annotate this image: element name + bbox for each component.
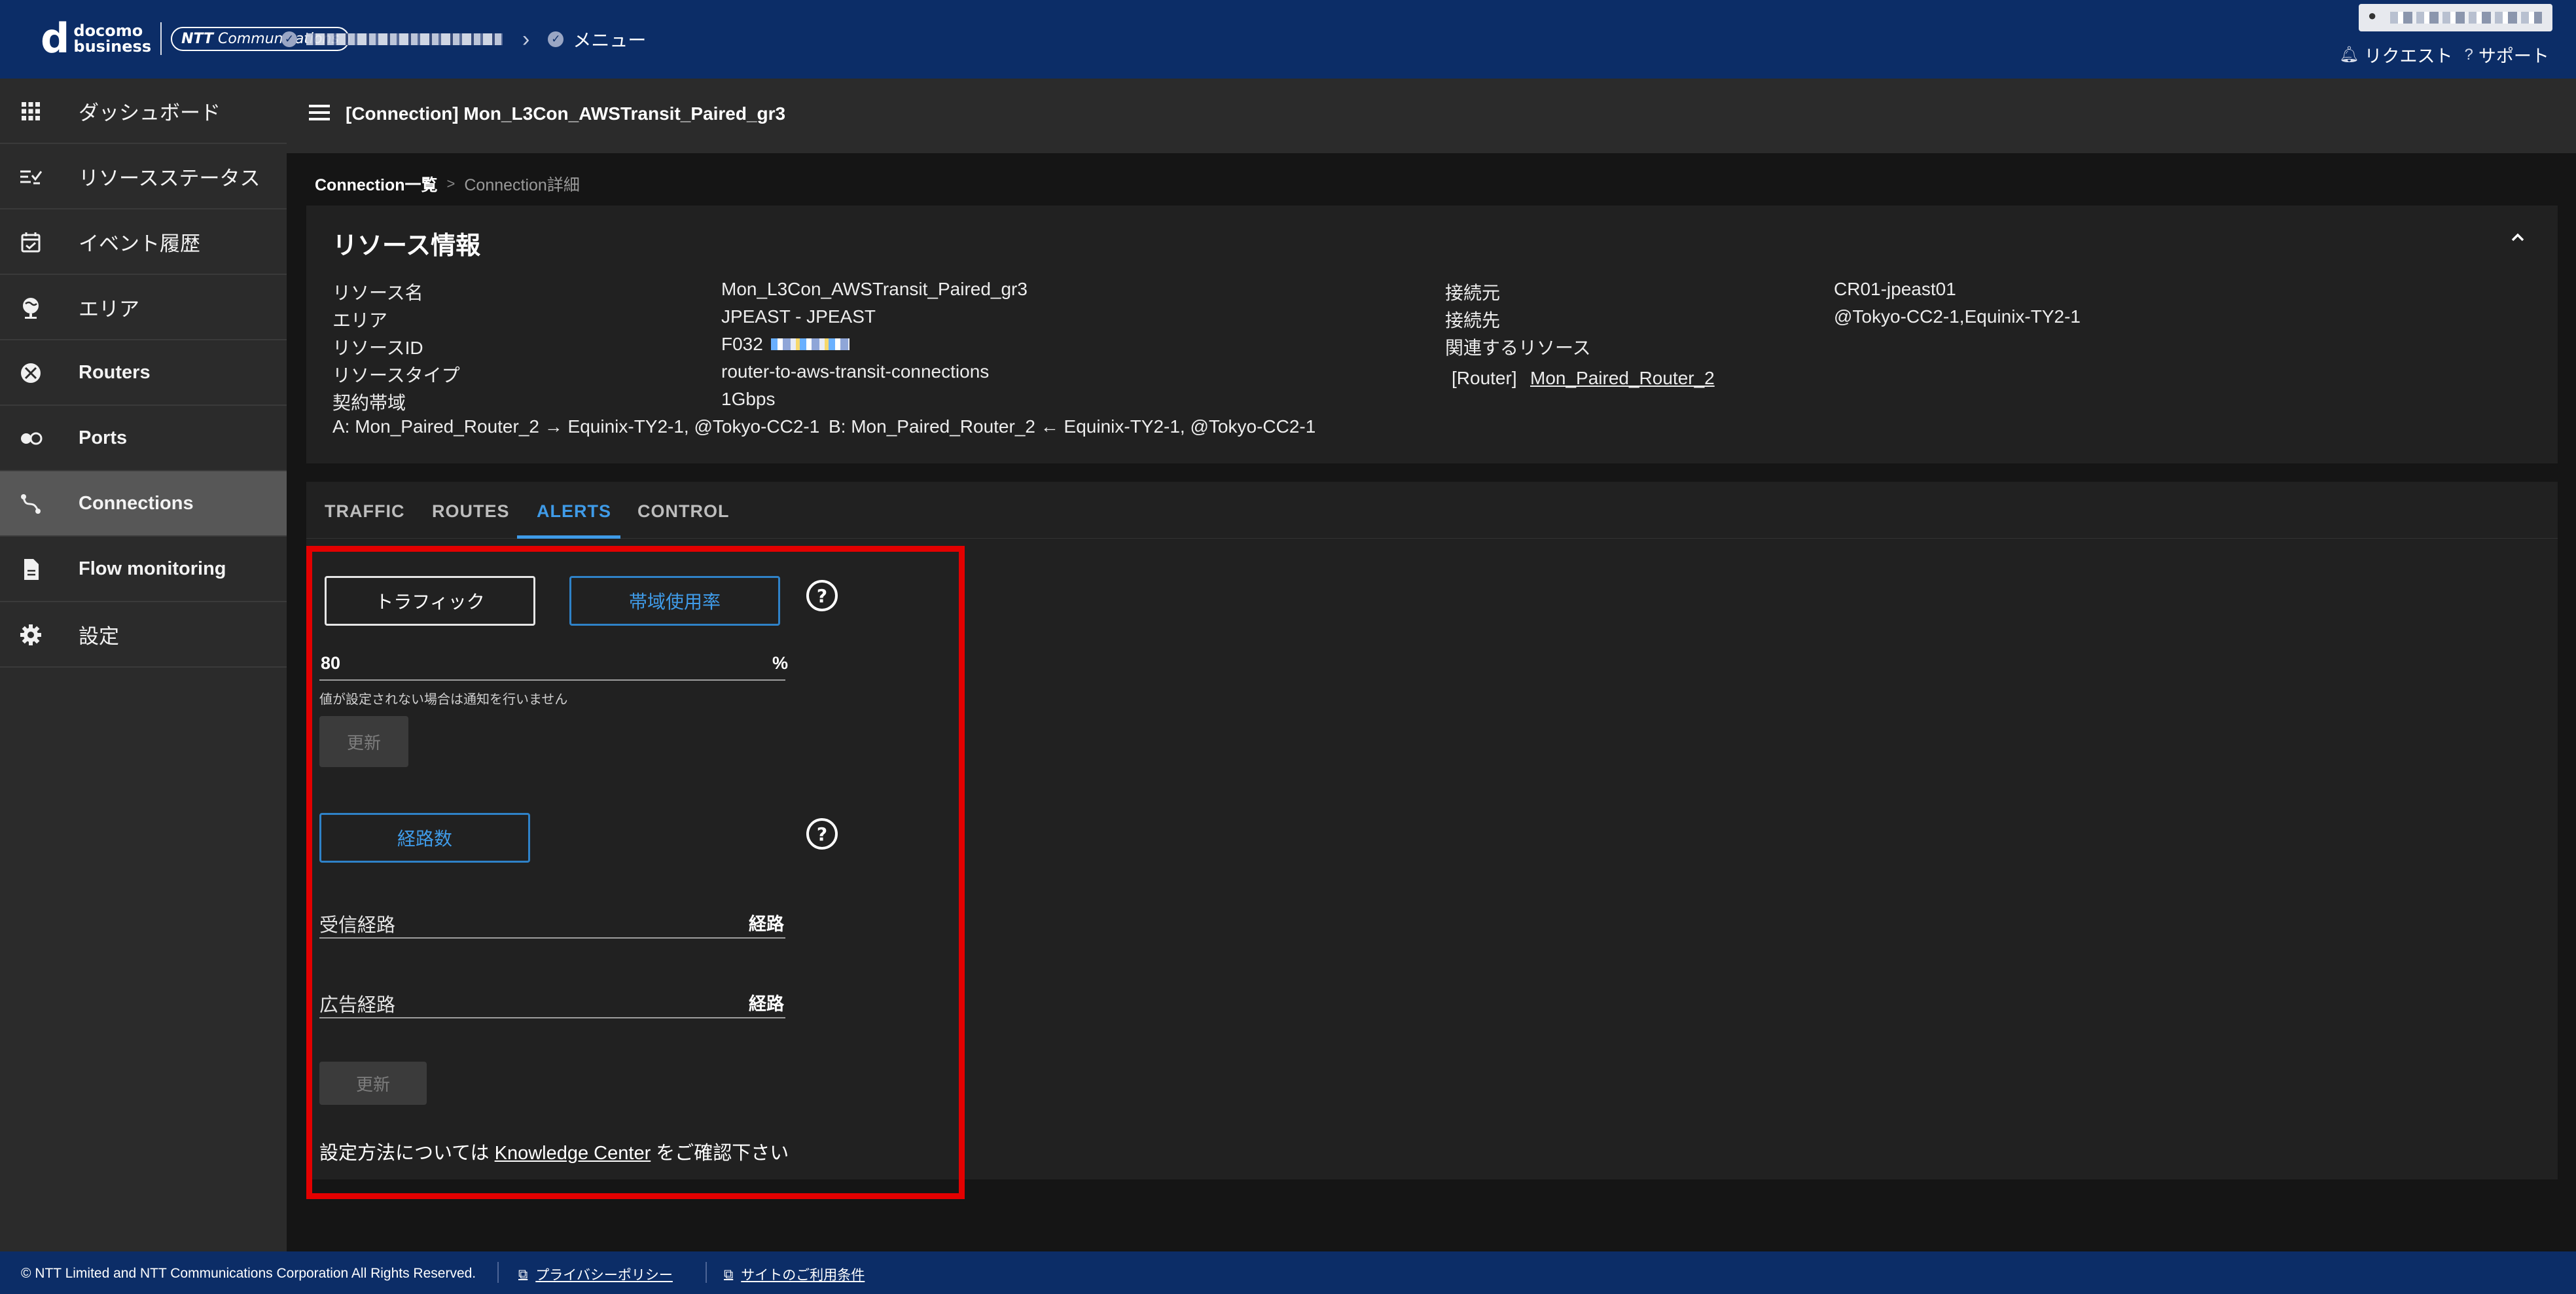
sidebar-item-connections[interactable]: Connections [0, 471, 287, 537]
sidebar-item-event-history[interactable]: イベント履歴 [0, 209, 287, 275]
path-b: B: Mon_Paired_Router_2 ← Equinix-TY2-1, … [829, 416, 1316, 437]
calendar-check-icon [21, 232, 41, 253]
footer-divider [706, 1262, 707, 1283]
copyright-text: © NTT Limited and NTT Communications Cor… [21, 1266, 476, 1281]
tabs-divider [306, 538, 2558, 539]
chevron-up-icon[interactable] [2508, 228, 2528, 247]
resource-name-value: Mon_L3Con_AWSTransit_Paired_gr3 [721, 279, 1028, 299]
resource-type-value: router-to-aws-transit-connections [721, 361, 990, 382]
sidebar-item-label: イベント履歴 [79, 232, 200, 255]
terms-link[interactable]: ⧉ サイトのご利用条件 [724, 1265, 865, 1284]
logo-line2: business [73, 37, 152, 56]
resource-name-label: リソース名 [332, 283, 423, 303]
breadcrumb: Connection一覧 > Connection詳細 [315, 172, 580, 196]
logo-mark: d [41, 14, 70, 62]
tab-traffic[interactable]: TRAFFIC [325, 501, 404, 522]
support-link[interactable]: ? サポート [2464, 42, 2549, 67]
tab-alerts[interactable]: ALERTS [537, 501, 611, 522]
sidebar-item-label: Connections [79, 492, 194, 514]
connection-icon [21, 494, 41, 514]
tenant-name-masked[interactable] [306, 33, 503, 45]
user-icon: ● [2368, 7, 2377, 24]
tenant-check-icon: ✓ [281, 31, 297, 47]
source-label: 接続元 [1445, 283, 1501, 303]
resource-id-prefix: F032 [721, 334, 763, 354]
document-icon [24, 559, 39, 580]
resource-id-masked [770, 338, 850, 350]
support-label: サポート [2478, 46, 2549, 66]
sidebar-item-label: Flow monitoring [79, 558, 226, 579]
grid-icon [22, 102, 40, 120]
sidebar-item-flow-monitoring[interactable]: Flow monitoring [0, 537, 287, 602]
source-value: CR01-jpeast01 [1834, 279, 1956, 299]
gear-icon [20, 624, 41, 645]
related-resources-label: 関連するリソース [1445, 338, 1591, 358]
footer: © NTT Limited and NTT Communications Cor… [0, 1251, 2576, 1294]
breadcrumb-parent-link[interactable]: Connection一覧 [315, 172, 438, 196]
bell-icon: 🔔︎ [2339, 46, 2359, 63]
footer-divider [497, 1262, 499, 1283]
resource-info-heading: リソース情報 [332, 232, 481, 260]
sidebar-item-area[interactable]: エリア [0, 275, 287, 340]
top-links: 🔔︎ リクエスト ? サポート [2327, 42, 2549, 67]
external-link-icon: ⧉ [518, 1267, 528, 1282]
menu-link[interactable]: メニュー [573, 26, 646, 52]
tab-control[interactable]: CONTROL [637, 501, 729, 522]
active-tab-indicator [517, 535, 620, 539]
area-label: エリア [332, 310, 388, 331]
bandwidth-value: 1Gbps [721, 389, 776, 409]
privacy-policy-link[interactable]: ⧉ プライバシーポリシー [518, 1265, 673, 1284]
highlight-box [306, 546, 965, 1199]
sidebar-item-label: 設定 [79, 624, 119, 648]
related-router-link[interactable]: Mon_Paired_Router_2 [1530, 368, 1715, 389]
resource-type-label: リソースタイプ [332, 365, 460, 386]
logo-divider [160, 22, 162, 55]
logo-text: docomo business [73, 23, 151, 54]
terms-label: サイトのご利用条件 [741, 1268, 865, 1283]
area-value: JPEAST - JPEAST [721, 306, 876, 327]
app-root: d docomo business NTT Communications ✓ ›… [0, 0, 2576, 1294]
globe-pin-icon [23, 298, 39, 319]
sidebar-item-settings[interactable]: 設定 [0, 602, 287, 668]
router-icon [21, 363, 41, 383]
tab-routes[interactable]: ROUTES [432, 501, 510, 522]
destination-label: 接続先 [1445, 310, 1501, 331]
sidebar-item-label: リソースステータス [79, 166, 260, 190]
breadcrumb-separator: > [446, 175, 456, 192]
request-link[interactable]: 🔔︎ リクエスト [2339, 42, 2452, 67]
destination-value: @Tokyo-CC2-1,Equinix-TY2-1 [1834, 306, 2081, 327]
hamburger-menu-icon[interactable] [309, 105, 330, 126]
related-resource-type: [Router] [1452, 368, 1517, 388]
port-icon [21, 432, 43, 445]
sidebar-item-label: エリア [79, 297, 139, 321]
external-link-icon: ⧉ [724, 1267, 734, 1282]
sidebar-item-ports[interactable]: Ports [0, 406, 287, 471]
sidebar-item-label: ダッシュボード [79, 101, 221, 124]
resource-info-panel: リソース情報 リソース名 Mon_L3Con_AWSTransit_Paired… [306, 206, 2558, 463]
path-a: A: Mon_Paired_Router_2 → Equinix-TY2-1, … [332, 416, 820, 437]
top-navigation: ✓ › ✓ メニュー [281, 26, 646, 52]
sidebar: ダッシュボード リソースステータス イベント履歴 エリア Routers Por… [0, 79, 287, 1251]
user-name-masked [2390, 12, 2542, 24]
breadcrumb-current: Connection詳細 [464, 176, 580, 194]
bandwidth-label: 契約帯域 [332, 393, 406, 413]
page-title-bar: [Connection] Mon_L3Con_AWSTransit_Paired… [287, 79, 2576, 153]
logo-line1: docomo [73, 22, 143, 40]
list-check-icon [20, 170, 43, 185]
question-circle-icon: ? [2464, 45, 2473, 63]
sidebar-item-resource-status[interactable]: リソースステータス [0, 144, 287, 209]
sidebar-item-label: Ports [79, 427, 128, 448]
chevron-right-icon: › [522, 26, 530, 52]
resource-id-value: F032 [721, 334, 850, 355]
page-title: [Connection] Mon_L3Con_AWSTransit_Paired… [346, 103, 786, 124]
resource-id-label: リソースID [332, 338, 423, 358]
menu-check-icon: ✓ [548, 31, 564, 47]
sidebar-item-dashboard[interactable]: ダッシュボード [0, 79, 287, 144]
sidebar-item-label: Routers [79, 361, 151, 383]
user-account-button[interactable]: ● [2359, 4, 2552, 31]
top-header: d docomo business NTT Communications ✓ ›… [0, 0, 2576, 79]
request-label: リクエスト [2364, 46, 2453, 66]
privacy-policy-label: プライバシーポリシー [535, 1268, 673, 1283]
sidebar-item-routers[interactable]: Routers [0, 340, 287, 406]
